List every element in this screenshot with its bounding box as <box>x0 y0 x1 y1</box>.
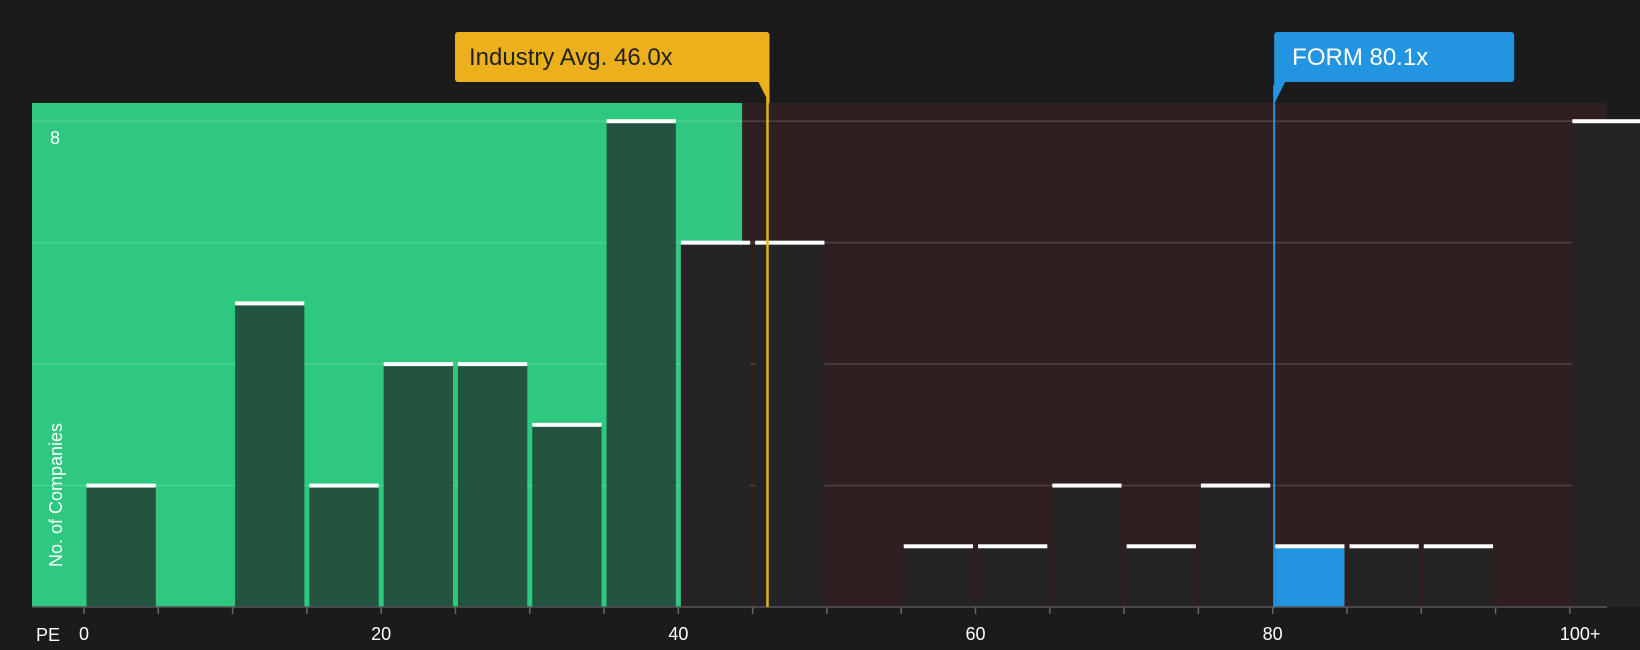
bar-cap <box>457 362 528 367</box>
histogram-bar <box>86 485 156 607</box>
histogram-bar <box>978 546 1048 607</box>
bar-cap <box>1200 483 1271 488</box>
bar-cap <box>309 483 379 488</box>
histogram-bar <box>680 242 751 607</box>
bar-cap <box>86 483 156 488</box>
histogram-bar <box>1200 485 1271 607</box>
overvalued-region <box>742 103 1607 607</box>
histogram-bar <box>457 364 528 607</box>
bar-cap <box>532 422 602 427</box>
pe-distribution-chart: 0 20 40 60 80 100+ PE 8 No. of Companies Industry… <box>0 0 1640 650</box>
histogram-bar <box>1052 485 1122 607</box>
bar-cap <box>1423 544 1494 549</box>
histogram-bar <box>383 364 453 607</box>
industry-avg-pointer <box>757 80 770 104</box>
bar-cap <box>1572 119 1640 124</box>
bar-cap <box>1052 483 1122 488</box>
x-tick-label: 40 <box>668 624 688 644</box>
company-bin-bar <box>1275 546 1345 607</box>
x-tick-label: 0 <box>79 624 89 644</box>
bar-cap <box>383 362 453 367</box>
bar-cap <box>1349 544 1419 549</box>
histogram-bar <box>1572 121 1640 608</box>
bar-cap <box>903 544 974 549</box>
x-tick-label: 60 <box>965 624 985 644</box>
histogram-bar <box>1423 546 1494 607</box>
histogram-bar <box>755 242 825 607</box>
bar-cap <box>755 240 825 245</box>
x-tick-label: 80 <box>1263 624 1283 644</box>
x-tick-label: 20 <box>371 624 391 644</box>
bar-cap <box>606 119 676 124</box>
industry-avg-label: Industry Avg. 46.0x <box>469 44 673 71</box>
histogram-bar <box>309 485 379 607</box>
histogram-bar <box>532 424 602 607</box>
histogram-bar <box>1349 546 1419 607</box>
histogram-bar <box>1126 546 1196 607</box>
bar-cap <box>680 240 751 245</box>
histogram-bar <box>903 546 974 607</box>
bar-cap <box>235 301 305 306</box>
bar-cap <box>978 544 1048 549</box>
company-pe-pointer <box>1274 80 1287 104</box>
histogram-bar <box>235 303 305 607</box>
x-axis-label: PE <box>36 625 60 645</box>
y-tick-label: 8 <box>50 128 60 148</box>
x-tick-label: 100+ <box>1560 624 1601 644</box>
bar-cap <box>1275 544 1345 549</box>
company-pe-label: FORM 80.1x <box>1292 44 1428 71</box>
chart-canvas: 0 20 40 60 80 100+ PE 8 No. of Companies Industry… <box>32 32 1640 645</box>
bar-cap <box>1126 544 1196 549</box>
histogram-bar <box>606 121 676 608</box>
y-axis-label: No. of Companies <box>46 423 66 567</box>
